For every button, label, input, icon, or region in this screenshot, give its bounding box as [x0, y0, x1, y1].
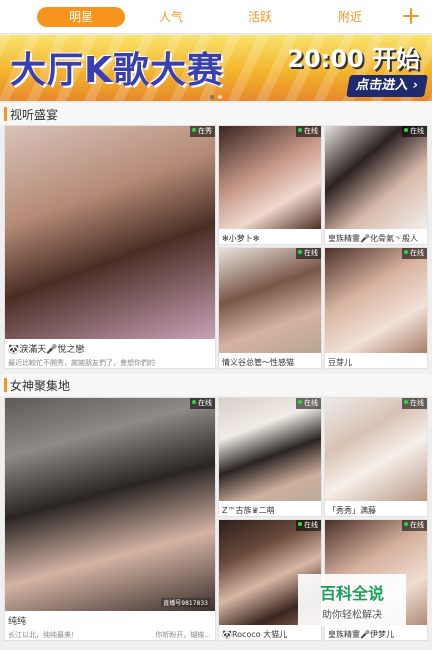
- status-badge: 在线: [402, 126, 427, 137]
- online-dot-icon: [298, 250, 302, 254]
- online-dot-icon: [404, 128, 408, 132]
- host-card[interactable]: 在线 情义谷总管～性感猫: [218, 247, 322, 369]
- watermark-subtitle: 助你轻松解决: [322, 610, 382, 621]
- status-label: 在线: [304, 399, 318, 407]
- host-photo: [325, 398, 427, 501]
- section-header: 视听盛宴: [0, 103, 432, 125]
- status-label: 在线: [410, 399, 424, 407]
- status-badge: 在线: [402, 398, 427, 409]
- host-name: 「秀秀」满藤: [328, 506, 376, 515]
- status-label: 在秀: [198, 127, 212, 135]
- online-dot-icon: [404, 250, 408, 254]
- status-label: 在线: [410, 521, 424, 529]
- section-title: 视听盛宴: [10, 108, 59, 122]
- host-photo: [325, 126, 427, 229]
- status-label: 在线: [304, 127, 318, 135]
- host-id-watermark: 直播号9817833: [161, 598, 210, 607]
- status-label: 在线: [410, 127, 424, 135]
- featured-host-card[interactable]: 在秀 🐼淚滿天🎤悅之戀 最近比較忙不開秀，謝謝朋友們了，會想你們的: [4, 125, 216, 369]
- status-badge: 在线: [402, 248, 427, 259]
- online-dot-icon: [404, 522, 408, 526]
- host-name: 🐼Rococo 大猫儿: [222, 630, 288, 639]
- section-accent-bar: [4, 107, 7, 121]
- host-description: 长江以北，纯纯最美！: [8, 631, 78, 639]
- status-badge: 在线: [296, 248, 321, 259]
- banner-pager: [0, 95, 432, 99]
- status-badge: 在线: [402, 520, 427, 531]
- status-label: 在线: [304, 521, 318, 529]
- banner-title: 大厅K歌大赛: [10, 50, 224, 91]
- plus-icon[interactable]: [400, 5, 422, 27]
- online-dot-icon: [192, 400, 196, 404]
- tab-popular[interactable]: 人气: [127, 7, 215, 27]
- online-dot-icon: [298, 522, 302, 526]
- online-dot-icon: [298, 400, 302, 404]
- host-name: ✻小萝卜✻: [222, 234, 260, 243]
- status-label: 在线: [410, 249, 424, 257]
- online-dot-icon: [298, 128, 302, 132]
- status-label: 在线: [304, 249, 318, 257]
- host-photo: [5, 398, 215, 611]
- host-name: 皇族精靈🎤伊梦儿: [328, 630, 394, 639]
- host-name: 豆芽儿: [328, 358, 352, 367]
- section-title: 女神聚集地: [10, 379, 71, 393]
- status-badge: 在秀: [190, 126, 215, 137]
- pager-dot: [218, 95, 222, 99]
- tab-active[interactable]: 活跃: [216, 7, 304, 27]
- status-badge: 在线: [296, 520, 321, 531]
- host-name: 皇族精靈🎤化骨氣丶般人: [328, 234, 418, 243]
- host-card[interactable]: 在线 皇族精靈🎤化骨氣丶般人: [324, 125, 428, 245]
- section-header: 女神聚集地: [0, 374, 432, 396]
- banner-enter-button[interactable]: 点击进入 ›: [346, 75, 428, 97]
- host-name: 🐼淚滿天🎤悅之戀: [8, 345, 85, 355]
- status-badge: 在线: [296, 126, 321, 137]
- host-photo: [219, 248, 321, 353]
- status-label: 在线: [198, 399, 212, 407]
- pager-dot: [210, 95, 214, 99]
- host-name: 纯纯: [8, 617, 27, 627]
- host-description: 最近比較忙不開秀，謝謝朋友們了，會想你們的: [8, 359, 155, 367]
- host-card[interactable]: 在线 ✻小萝卜✻: [218, 125, 322, 245]
- promo-banner[interactable]: 大厅K歌大赛 20:00 开始 点击进入 ›: [0, 35, 432, 101]
- online-dot-icon: [192, 128, 196, 132]
- host-card[interactable]: 在线 「秀秀」满藤: [324, 397, 428, 517]
- host-description-extra: 你祈盼开，蝴蝶...: [155, 631, 211, 639]
- host-photo: [325, 248, 427, 353]
- watermark-title: 百科全说: [319, 584, 384, 603]
- online-dot-icon: [404, 400, 408, 404]
- status-badge: 在线: [190, 398, 215, 409]
- featured-host-card[interactable]: 在线 直播号9817833 纯纯 长江以北，纯纯最美！ 你祈盼开，蝴蝶...: [4, 397, 216, 641]
- host-photo: [5, 126, 215, 339]
- section-accent-bar: [4, 378, 7, 392]
- host-name: Z™古族♛二萌: [222, 506, 275, 515]
- status-badge: 在线: [296, 398, 321, 409]
- top-tab-bar: 明星 人气 活跃 附近: [0, 0, 432, 34]
- host-name: 情义谷总管～性感猫: [222, 358, 294, 367]
- banner-time: 20:00 开始: [287, 45, 420, 73]
- host-card[interactable]: 在线 Z™古族♛二萌: [218, 397, 322, 517]
- host-photo: [219, 126, 321, 229]
- host-photo: [219, 398, 321, 501]
- tab-nearby[interactable]: 附近: [306, 7, 394, 27]
- baike-watermark: 百科全说 助你轻松解决: [298, 574, 406, 626]
- tab-stars[interactable]: 明星: [37, 7, 125, 27]
- host-card[interactable]: 在线 豆芽儿: [324, 247, 428, 369]
